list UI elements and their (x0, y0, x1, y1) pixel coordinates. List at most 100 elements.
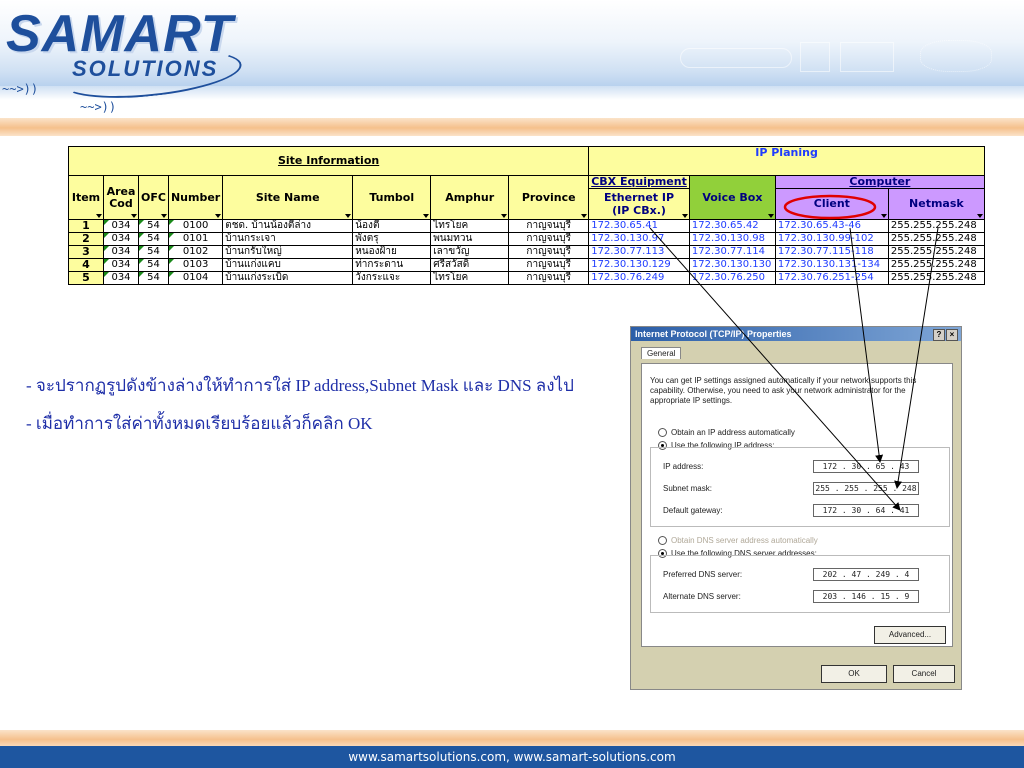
col-province[interactable]: Province (508, 175, 590, 220)
cell-area[interactable]: 034 (103, 232, 139, 246)
col-netmask[interactable]: Netmask (887, 188, 985, 220)
col-voice-box[interactable]: Voice Box (688, 175, 776, 220)
cell-client[interactable]: 172.30.65.43-46 (774, 219, 889, 233)
default-gateway-label: Default gateway: (663, 506, 723, 515)
cell-tumbol[interactable]: ท่ากระดาน (352, 258, 432, 272)
alternate-dns-label: Alternate DNS server: (663, 592, 741, 601)
footer-links[interactable]: www.samartsolutions.com, www.samart-solu… (348, 750, 675, 764)
cell-ofc[interactable]: 54 (138, 245, 169, 259)
cell-area[interactable]: 034 (103, 271, 139, 285)
cell-item[interactable]: 5 (68, 271, 104, 285)
ok-button[interactable]: OK (821, 665, 887, 683)
cell-amphur[interactable]: ไทรโยค (430, 271, 510, 285)
ip-address-field[interactable]: 172 . 30 . 65 . 43 (813, 460, 919, 473)
cell-client[interactable]: 172.30.76.251-254 (774, 271, 889, 285)
radio-icon (658, 536, 667, 545)
cell-amphur[interactable]: เลาขวัญ (430, 245, 510, 259)
cell-site-name[interactable]: ตชด. บ้านน้องตี้ล่าง (222, 219, 354, 233)
col-site-name[interactable]: Site Name (222, 175, 354, 220)
cell-ofc[interactable]: 54 (138, 232, 169, 246)
logo-solutions: SOLUTIONS (72, 56, 219, 81)
cell-number[interactable]: 0103 (167, 258, 224, 272)
dialog-title-bar[interactable]: Internet Protocol (TCP/IP) Properties ? … (631, 327, 961, 341)
ip-planning-sheet: Site Information IP Planing Item Area Cod… (67, 146, 985, 285)
obtain-dns-auto-radio[interactable]: Obtain DNS server address automatically (658, 536, 818, 545)
advanced-button[interactable]: Advanced... (874, 626, 946, 644)
cell-site-name[interactable]: บ้านกระเจา (222, 232, 354, 246)
cell-number[interactable]: 0101 (167, 232, 224, 246)
cell-area[interactable]: 034 (103, 219, 139, 233)
alternate-dns-field[interactable]: 203 . 146 . 15 . 9 (813, 590, 919, 603)
cell-area[interactable]: 034 (103, 245, 139, 259)
cell-ethernet-ip[interactable]: 172.30.77.113 (588, 245, 690, 259)
cancel-button[interactable]: Cancel (893, 665, 955, 683)
col-area-code[interactable]: Area Cod (103, 175, 139, 220)
signal-wave-icon: ~~>)) (80, 100, 117, 114)
obtain-ip-auto-radio[interactable]: Obtain an IP address automatically (658, 428, 795, 437)
cell-province[interactable]: กาญจนบุรี (508, 232, 590, 246)
cell-number[interactable]: 0102 (167, 245, 224, 259)
col-number[interactable]: Number (167, 175, 224, 220)
col-item[interactable]: Item (68, 175, 104, 220)
preferred-dns-field[interactable]: 202 . 47 . 249 . 4 (813, 568, 919, 581)
header-banner: SAMART SOLUTIONS ~~>)) ~~>)) (0, 0, 1024, 120)
ip-settings-group: IP address: 172 . 30 . 65 . 43 Subnet ma… (650, 447, 950, 527)
cell-voice-box[interactable]: 172.30.130.130 (688, 258, 776, 272)
cell-ofc[interactable]: 54 (138, 258, 169, 272)
cell-province[interactable]: กาญจนบุรี (508, 219, 590, 233)
cell-voice-box[interactable]: 172.30.77.114 (688, 245, 776, 259)
close-button[interactable]: × (946, 329, 958, 341)
cell-province[interactable]: กาญจนบุรี (508, 271, 590, 285)
cell-client[interactable]: 172.30.130.131-134 (774, 258, 889, 272)
cell-ethernet-ip[interactable]: 172.30.76.249 (588, 271, 690, 285)
cell-province[interactable]: กาญจนบุรี (508, 245, 590, 259)
cell-ofc[interactable]: 54 (138, 219, 169, 233)
cell-tumbol[interactable]: หนองฝ้าย (352, 245, 432, 259)
col-ofc[interactable]: OFC (138, 175, 169, 220)
cell-netmask[interactable]: 255.255.255.248 (887, 258, 985, 272)
cell-client[interactable]: 172.30.77.115-118 (774, 245, 889, 259)
cell-province[interactable]: กาญจนบุรี (508, 258, 590, 272)
cell-voice-box[interactable]: 172.30.65.42 (688, 219, 776, 233)
cell-tumbol[interactable]: พังตรุ (352, 232, 432, 246)
cell-item[interactable]: 3 (68, 245, 104, 259)
tab-general[interactable]: General (641, 347, 682, 359)
subnet-mask-field[interactable]: 255 . 255 . 255 . 248 (813, 482, 919, 495)
cell-ethernet-ip[interactable]: 172.30.65.41 (588, 219, 690, 233)
cell-site-name[interactable]: บ้านแก่งแคบ (222, 258, 354, 272)
cell-voice-box[interactable]: 172.30.130.98 (688, 232, 776, 246)
cell-ofc[interactable]: 54 (138, 271, 169, 285)
cell-tumbol[interactable]: วังกระแจะ (352, 271, 432, 285)
cell-ethernet-ip[interactable]: 172.30.130.129 (588, 258, 690, 272)
cell-site-name[interactable]: บ้านกรับใหญ่ (222, 245, 354, 259)
cell-site-name[interactable]: บ้านแก่งระเบิด (222, 271, 354, 285)
cell-client[interactable]: 172.30.130.99-102 (774, 232, 889, 246)
table-row: 2 034 54 0101 บ้านกระเจา พังตรุ พนมทวน ก… (68, 232, 985, 246)
col-tumbol[interactable]: Tumbol (352, 175, 432, 220)
cell-item[interactable]: 1 (68, 219, 104, 233)
cell-item[interactable]: 4 (68, 258, 104, 272)
tcpip-properties-dialog: Internet Protocol (TCP/IP) Properties ? … (630, 326, 962, 690)
cell-netmask[interactable]: 255.255.255.248 (887, 219, 985, 233)
cell-amphur[interactable]: พนมทวน (430, 232, 510, 246)
cell-item[interactable]: 2 (68, 232, 104, 246)
col-ethernet-ip[interactable]: Ethernet IP (IP CBx.) (588, 188, 690, 220)
cell-ethernet-ip[interactable]: 172.30.130.97 (588, 232, 690, 246)
cell-netmask[interactable]: 255.255.255.248 (887, 232, 985, 246)
cell-number[interactable]: 0100 (167, 219, 224, 233)
instruction-line-2: - เมื่อทำการใส่ค่าทั้งหมดเรียบร้อยแล้วก็… (26, 414, 373, 433)
cell-number[interactable]: 0104 (167, 271, 224, 285)
help-button[interactable]: ? (933, 329, 945, 341)
cell-amphur[interactable]: ศรีสวัสดิ์ (430, 258, 510, 272)
cell-amphur[interactable]: ไทรโยค (430, 219, 510, 233)
computer-header: Computer (774, 175, 985, 189)
cell-area[interactable]: 034 (103, 258, 139, 272)
col-client[interactable]: Client (774, 188, 889, 220)
default-gateway-field[interactable]: 172 . 30 . 64 . 41 (813, 504, 919, 517)
cell-voice-box[interactable]: 172.30.76.250 (688, 271, 776, 285)
cell-netmask[interactable]: 255.255.255.248 (887, 245, 985, 259)
cell-tumbol[interactable]: น้องตี้ (352, 219, 432, 233)
cell-netmask[interactable]: 255.255.255.248 (887, 271, 985, 285)
subnet-mask-label: Subnet mask: (663, 484, 712, 493)
col-amphur[interactable]: Amphur (430, 175, 510, 220)
